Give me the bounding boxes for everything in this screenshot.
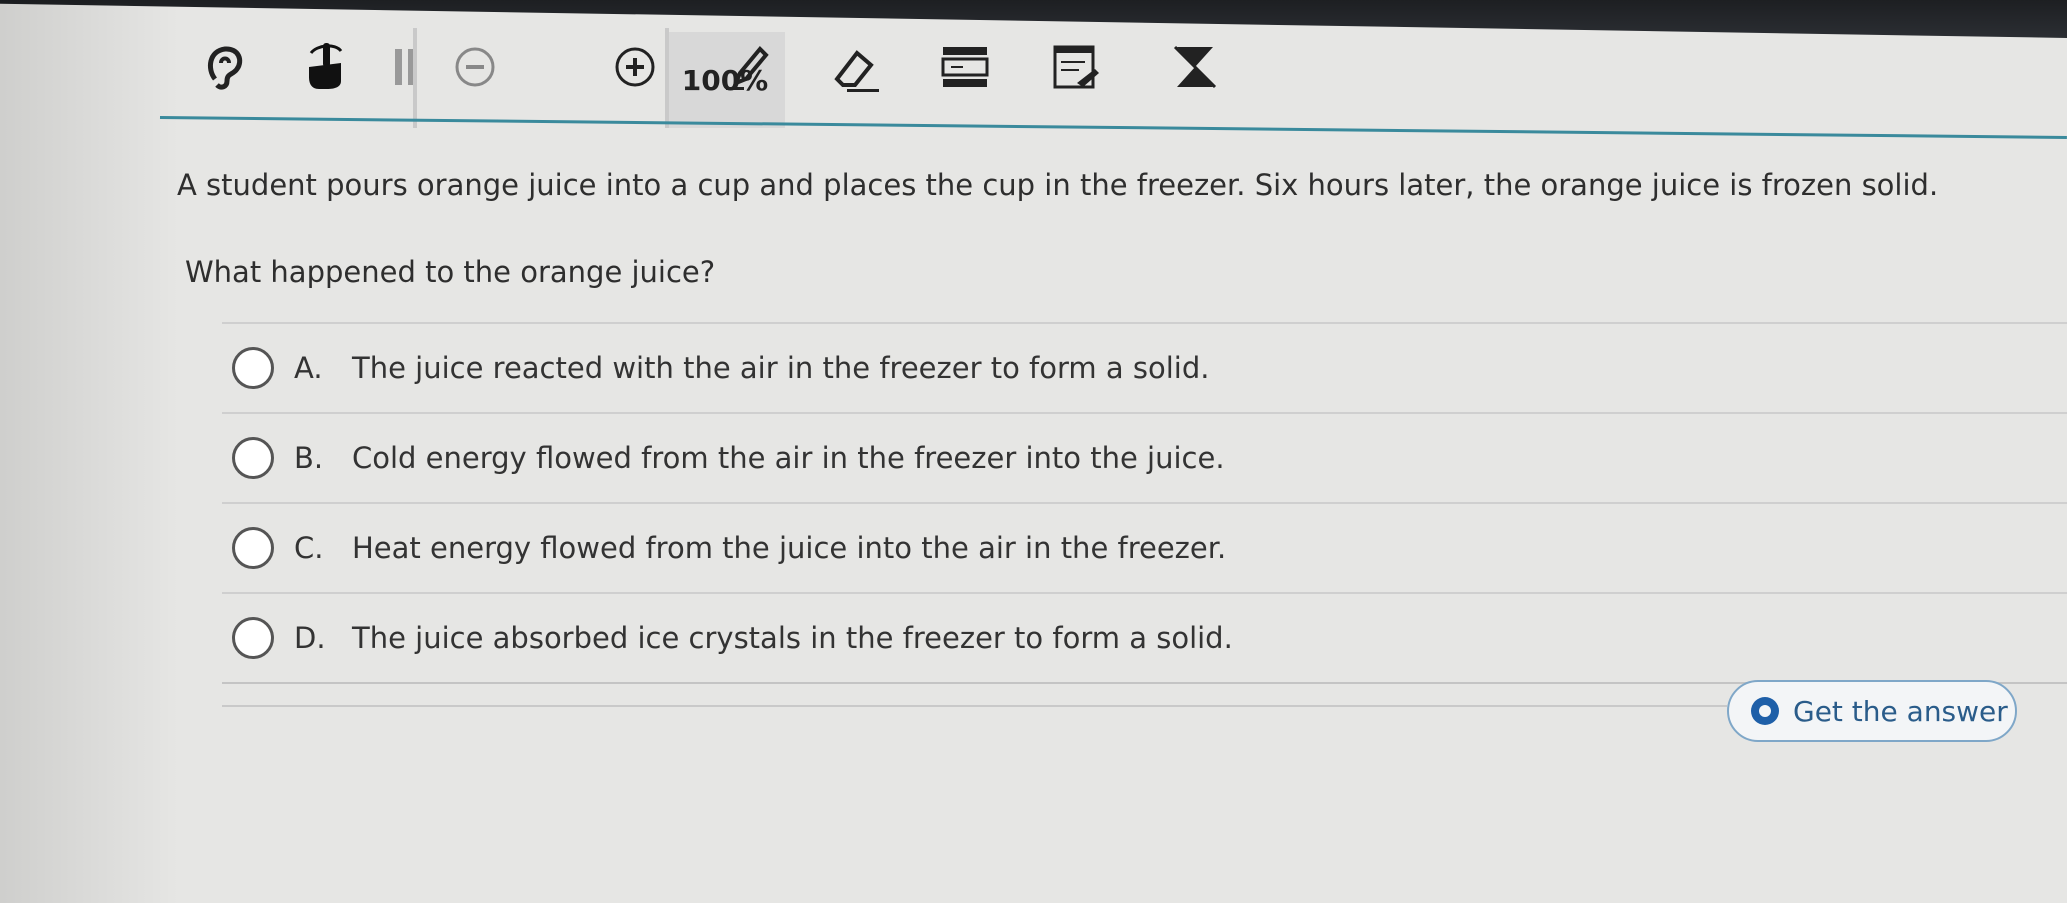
hand-pointer-icon[interactable] bbox=[290, 30, 360, 100]
screen-shadow bbox=[0, 0, 180, 903]
ear-icon[interactable] bbox=[190, 32, 260, 102]
get-answer-button[interactable]: Get the answer bbox=[1727, 680, 2017, 742]
content-divider bbox=[222, 705, 1727, 707]
pencil-icon[interactable] bbox=[715, 32, 785, 102]
radio-button[interactable] bbox=[232, 527, 274, 569]
toolbar-separator bbox=[665, 28, 669, 128]
eraser-icon[interactable] bbox=[820, 32, 890, 102]
answer-letter: A. bbox=[294, 351, 323, 385]
answer-text: The juice absorbed ice crystals in the f… bbox=[352, 621, 1233, 655]
answer-list: A. The juice reacted with the air in the… bbox=[222, 322, 2067, 684]
question-text: A student pours orange juice into a cup … bbox=[177, 168, 1939, 202]
notepad-icon[interactable] bbox=[1040, 32, 1110, 102]
question-prompt: What happened to the orange juice? bbox=[185, 255, 716, 289]
answer-option-b[interactable]: B. Cold energy flowed from the air in th… bbox=[222, 412, 2067, 502]
radio-button[interactable] bbox=[232, 437, 274, 479]
radio-button[interactable] bbox=[232, 347, 274, 389]
radio-button[interactable] bbox=[232, 617, 274, 659]
zoom-in-icon[interactable] bbox=[600, 32, 670, 102]
strike-through-icon[interactable] bbox=[1160, 32, 1230, 102]
answer-letter: C. bbox=[294, 531, 324, 565]
answer-text: The juice reacted with the air in the fr… bbox=[352, 351, 1210, 385]
answer-text: Heat energy flowed from the juice into t… bbox=[352, 531, 1227, 565]
line-reader-icon[interactable] bbox=[930, 32, 1000, 102]
toolbar-separator bbox=[413, 28, 417, 128]
zoom-out-icon[interactable] bbox=[440, 32, 510, 102]
answer-option-c[interactable]: C. Heat energy flowed from the juice int… bbox=[222, 502, 2067, 592]
answer-text: Cold energy flowed from the air in the f… bbox=[352, 441, 1225, 475]
toolbar: 100% bbox=[160, 10, 2067, 128]
answer-letter: B. bbox=[294, 441, 324, 475]
answer-badge-icon bbox=[1751, 697, 1779, 725]
answer-letter: D. bbox=[294, 621, 326, 655]
answer-option-a[interactable]: A. The juice reacted with the air in the… bbox=[222, 322, 2067, 412]
answer-option-d[interactable]: D. The juice absorbed ice crystals in th… bbox=[222, 592, 2067, 684]
get-answer-label: Get the answer bbox=[1793, 694, 2008, 728]
pause-icon[interactable] bbox=[370, 32, 440, 102]
